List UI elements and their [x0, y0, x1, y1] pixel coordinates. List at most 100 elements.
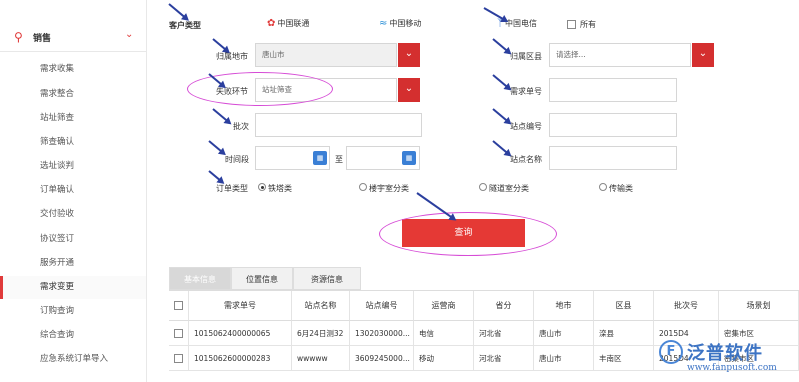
table-header-site-name: 站点名称: [292, 291, 350, 321]
table-cell: 河北省: [474, 346, 534, 371]
calendar-icon[interactable]: ▦: [402, 151, 416, 165]
demand-no-label: 需求单号: [510, 87, 542, 96]
demand-no-input[interactable]: [549, 78, 677, 102]
sidebar-item-demand-collect[interactable]: 需求收集: [0, 58, 146, 81]
table-header-province: 省分: [474, 291, 534, 321]
annotation-arrow: [208, 140, 225, 155]
carrier-mobile-label: 中国移动: [389, 19, 422, 28]
table-row: [169, 321, 189, 346]
table-cell: wwwww: [292, 346, 350, 371]
table-header-demand-no: 需求单号: [189, 291, 292, 321]
sidebar-item-delivery-acceptance[interactable]: 交付验收: [0, 203, 146, 226]
county-select[interactable]: 请选择...: [549, 43, 691, 67]
main-content: 客户类型 ✿ 中国联通 ≈ 中国移动 ᛉ 中国电信 所有 归属地市 唐山市 ⌄ 归属区…: [147, 0, 799, 382]
tab-resource-info[interactable]: 资源信息: [293, 267, 361, 290]
order-type-building-label: 楼宇室分类: [369, 184, 409, 193]
table-cell: 唐山市: [534, 321, 594, 346]
order-type-tunnel-label: 隧道室分类: [489, 184, 529, 193]
order-type-radio-building[interactable]: [359, 183, 367, 191]
annotation-arrow: [168, 3, 189, 21]
watermark: F 泛普软件 www.fanpusoft.com: [657, 336, 799, 382]
annotation-arrow: [492, 38, 511, 54]
county-label: 归属区县: [510, 52, 542, 61]
carrier-unicom[interactable]: ✿ 中国联通: [267, 18, 309, 29]
table-header-select: [169, 291, 189, 321]
chevron-down-icon[interactable]: ⌄: [125, 29, 133, 40]
sidebar-item-screen-confirm[interactable]: 筛查确认: [0, 131, 146, 154]
carrier-telecom-label: 中国电信: [505, 19, 537, 28]
table-header-county: 区县: [594, 291, 654, 321]
carrier-mobile[interactable]: ≈ 中国移动: [379, 18, 421, 29]
calendar-icon[interactable]: ▦: [313, 151, 327, 165]
sidebar-item-order-query[interactable]: 订购查询: [0, 300, 146, 323]
all-checkbox[interactable]: [567, 20, 576, 29]
site-name-input[interactable]: [549, 146, 677, 170]
sidebar: ⚲ 销售 ⌄ 需求收集 需求整合 站址筛查 筛查确认 选址谈判 订单确认 交付验…: [0, 0, 147, 382]
annotation-arrow: [492, 108, 511, 124]
city-label: 归属地市: [216, 52, 248, 61]
sidebar-item-comprehensive-query[interactable]: 综合查询: [0, 324, 146, 347]
table-row: [169, 346, 189, 371]
batch-input[interactable]: [255, 113, 422, 137]
table-cell: 河北省: [474, 321, 534, 346]
batch-label: 批次: [233, 122, 249, 131]
annotation-ellipse-fail-step: [187, 72, 333, 106]
annotation-arrow: [212, 108, 231, 124]
table-cell: 1302030000...: [350, 321, 414, 346]
sidebar-item-agreement-signing[interactable]: 协议签订: [0, 228, 146, 251]
chevron-down-icon[interactable]: ⌄: [692, 43, 714, 67]
sidebar-item-emergency-import[interactable]: 应急系统订单导入: [0, 348, 146, 371]
sidebar-item-demand-change[interactable]: 需求变更: [0, 276, 146, 299]
annotation-arrow: [208, 170, 224, 184]
row-checkbox[interactable]: [174, 329, 183, 338]
city-select[interactable]: 唐山市: [255, 43, 397, 67]
mobile-logo-icon: ≈: [379, 18, 388, 29]
order-type-radio-tunnel[interactable]: [479, 183, 487, 191]
table-cell: 滦县: [594, 321, 654, 346]
annotation-ellipse-query: [379, 212, 557, 256]
search-icon: ⚲: [14, 30, 23, 44]
table-header-site-code: 站点编号: [350, 291, 414, 321]
table-cell: 6月24日测32: [292, 321, 350, 346]
order-type-transmission-label: 传输类: [609, 184, 633, 193]
table-cell: 移动: [414, 346, 474, 371]
carrier-unicom-label: 中国联通: [277, 19, 310, 28]
table-header-city: 地市: [534, 291, 594, 321]
table-cell: 3609245000...: [350, 346, 414, 371]
chevron-down-icon[interactable]: ⌄: [398, 43, 420, 67]
table-cell: 1015062400000065: [189, 321, 292, 346]
site-code-label: 站点编号: [510, 122, 542, 131]
table-cell: 丰南区: [594, 346, 654, 371]
sidebar-item-service-activation[interactable]: 服务开通: [0, 252, 146, 275]
row-checkbox[interactable]: [174, 354, 183, 363]
sidebar-item-demand-merge[interactable]: 需求整合: [0, 83, 146, 106]
table-header-scenario: 场景划: [719, 291, 799, 321]
table-cell: 唐山市: [534, 346, 594, 371]
annotation-arrow: [492, 74, 511, 90]
tab-basic-info[interactable]: 基本信息: [169, 267, 231, 290]
table-cell: 1015062600000283: [189, 346, 292, 371]
fanpu-logo-icon: F: [659, 340, 683, 364]
sidebar-item-site-negotiation[interactable]: 选址谈判: [0, 155, 146, 178]
sidebar-section-title: 销售: [33, 34, 52, 44]
order-type-tower-label: 铁塔类: [268, 184, 292, 193]
time-range-label: 时间段: [225, 155, 249, 164]
sidebar-item-site-screen[interactable]: 站址筛查: [0, 107, 146, 130]
select-all-checkbox[interactable]: [174, 301, 183, 310]
date-to-label: 至: [335, 155, 343, 164]
watermark-url: www.fanpusoft.com: [687, 363, 777, 373]
site-name-label: 站点名称: [510, 155, 542, 164]
watermark-name: 泛普软件: [687, 343, 763, 364]
tab-location-info[interactable]: 位置信息: [231, 267, 293, 290]
sidebar-section-sales[interactable]: ⚲ 销售 ⌄: [0, 22, 147, 52]
annotation-arrow: [492, 140, 511, 156]
annotation-arrow: [483, 7, 508, 22]
table-cell: 电信: [414, 321, 474, 346]
sidebar-item-order-confirm[interactable]: 订单确认: [0, 179, 146, 202]
site-code-input[interactable]: [549, 113, 677, 137]
all-checkbox-label: 所有: [580, 20, 596, 29]
table-header-operator: 运营商: [414, 291, 474, 321]
order-type-radio-transmission[interactable]: [599, 183, 607, 191]
order-type-radio-tower[interactable]: [258, 183, 266, 191]
chevron-down-icon[interactable]: ⌄: [398, 78, 420, 102]
